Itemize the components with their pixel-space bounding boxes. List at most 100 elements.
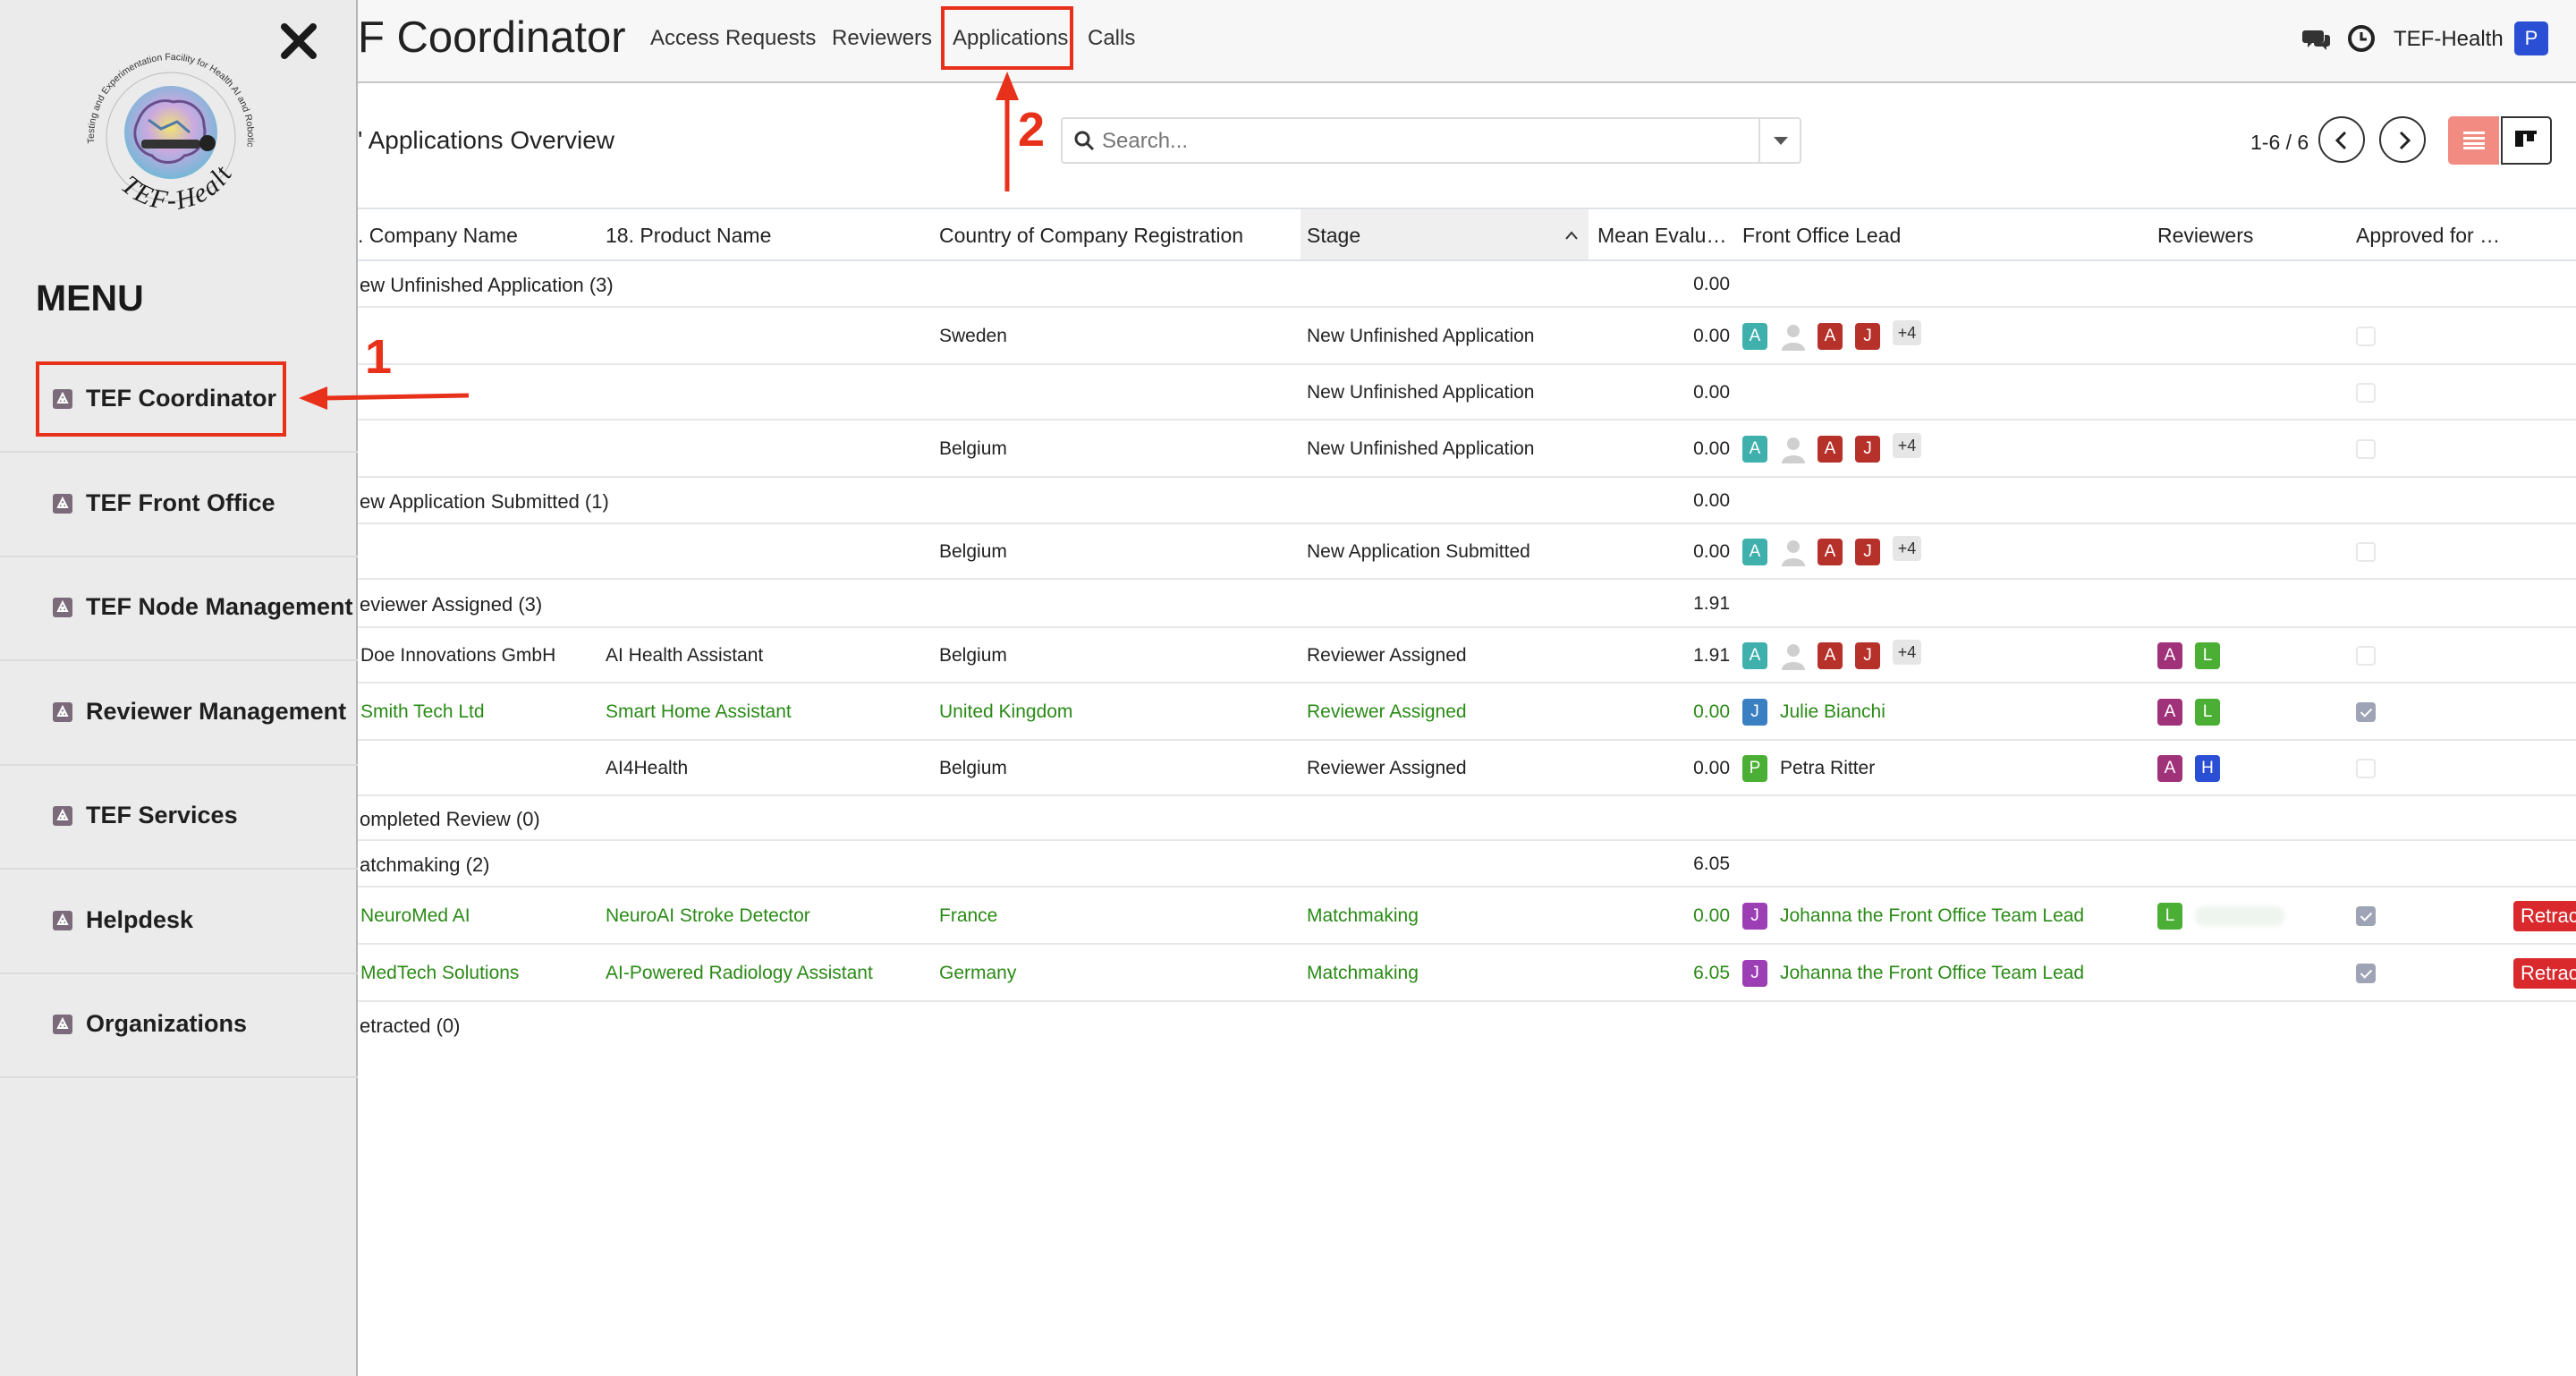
- lead-avatar-tag[interactable]: J: [1742, 699, 1767, 726]
- empty-area: [358, 1041, 2576, 1376]
- reviewer-avatar-tag[interactable]: H: [2195, 755, 2220, 782]
- product-name-cell: NeuroAI Stroke Detector: [606, 905, 810, 926]
- group-label: ompleted Review (0): [360, 808, 540, 830]
- retract-button[interactable]: Retrac: [2513, 901, 2576, 931]
- col-stage[interactable]: Stage: [1307, 224, 1360, 248]
- reviewer-avatar-tag[interactable]: L: [2195, 699, 2220, 726]
- annotation-number-1: 1: [365, 330, 393, 384]
- group-row[interactable]: atchmaking (2) 6.05: [358, 841, 2576, 888]
- lead-avatar-tag[interactable]: J: [1742, 903, 1767, 930]
- lead-avatar-tag[interactable]: J: [1855, 436, 1880, 463]
- nav-reviewers[interactable]: Reviewers: [832, 26, 932, 51]
- lead-avatar-tag[interactable]: J: [1742, 960, 1767, 987]
- col-country[interactable]: Country of Company Registration: [939, 224, 1243, 248]
- sidebar-item-helpdesk[interactable]: Helpdesk: [0, 871, 358, 974]
- table-row[interactable]: Doe Innovations GmbH AI Health Assistant B…: [358, 628, 2576, 684]
- group-row[interactable]: eviewer Assigned (3) 1.91: [358, 580, 2576, 628]
- table-row[interactable]: New Unfinished Application 0.00: [358, 365, 2576, 420]
- col-product-name[interactable]: 18. Product Name: [606, 224, 771, 248]
- sort-ascending-icon: [1565, 231, 1578, 240]
- group-row[interactable]: ew Application Submitted (1) 0.00: [358, 478, 2576, 524]
- table-header: . Company Name 18. Product Name Country …: [358, 208, 2576, 261]
- reviewer-avatar-tag[interactable]: A: [2157, 642, 2182, 669]
- sidebar-item-organizations[interactable]: Organizations: [0, 974, 358, 1078]
- lead-avatar-tag[interactable]: A: [1742, 323, 1767, 350]
- product-name-cell: Smart Home Assistant: [606, 701, 792, 722]
- stage-cell: New Unfinished Application: [1307, 438, 1535, 459]
- col-front-office-lead[interactable]: Front Office Lead: [1742, 224, 1901, 248]
- clock-icon[interactable]: [2347, 24, 2376, 53]
- kanban-view-button[interactable]: [2501, 116, 2552, 165]
- approved-checkbox[interactable]: [2356, 646, 2376, 666]
- lead-avatar-tag[interactable]: A: [1742, 436, 1767, 463]
- company-switcher[interactable]: TEF-Health: [2394, 27, 2504, 52]
- lead-avatar-tag[interactable]: A: [1742, 539, 1767, 565]
- approved-checkbox[interactable]: [2356, 964, 2376, 983]
- annotation-box-step-1: [36, 361, 286, 437]
- lead-avatar-tag[interactable]: J: [1855, 323, 1880, 350]
- lead-avatar-tag[interactable]: J: [1855, 642, 1880, 669]
- pager-next-button[interactable]: [2379, 116, 2426, 163]
- approved-checkbox[interactable]: [2356, 906, 2376, 926]
- nav-access-requests[interactable]: Access Requests: [650, 26, 816, 51]
- annotation-arrow-2: [996, 72, 1019, 191]
- lead-avatar-tag[interactable]: A: [1818, 436, 1843, 463]
- lead-avatar-tag[interactable]: A: [1742, 642, 1767, 669]
- sidebar-item-tef-services[interactable]: TEF Services: [0, 766, 358, 870]
- approved-checkbox[interactable]: [2356, 542, 2376, 562]
- approved-checkbox[interactable]: [2356, 759, 2376, 778]
- col-mean-evaluation[interactable]: Mean Evalu…: [1597, 224, 1724, 248]
- lead-avatar-tag[interactable]: A: [1818, 642, 1843, 669]
- annotation-number-2: 2: [1018, 103, 1046, 157]
- lead-avatar-tag[interactable]: A: [1818, 323, 1843, 350]
- approved-checkbox[interactable]: [2356, 439, 2376, 459]
- search-options-toggle[interactable]: [1758, 119, 1800, 162]
- reviewer-avatar-tag[interactable]: A: [2157, 755, 2182, 782]
- lead-avatar-tag[interactable]: J: [1855, 539, 1880, 565]
- reviewer-avatar-tag[interactable]: L: [2157, 903, 2182, 930]
- col-company-name[interactable]: . Company Name: [358, 224, 546, 248]
- chat-icon[interactable]: [2302, 27, 2331, 52]
- approved-checkbox[interactable]: [2356, 327, 2376, 346]
- module-icon: [52, 1014, 73, 1035]
- mean-evaluation-cell: 0.00: [1693, 438, 1730, 459]
- product-name-cell: AI4Health: [606, 758, 689, 778]
- table-row[interactable]: AI4Health Belgium Reviewer Assigned 0.00 P Pe…: [358, 741, 2576, 796]
- lead-name: Johanna the Front Office Team Lead: [1780, 963, 2085, 983]
- sidebar-item-reviewer-management[interactable]: Reviewer Management: [0, 662, 358, 766]
- user-avatar[interactable]: P: [2514, 21, 2548, 55]
- retract-button[interactable]: Retrac: [2513, 958, 2576, 989]
- more-leads-badge[interactable]: +4: [1893, 536, 1921, 561]
- table-row[interactable]: NeuroMed AI NeuroAI Stroke Detector France…: [358, 888, 2576, 945]
- search-input[interactable]: [1102, 124, 1728, 158]
- col-reviewers[interactable]: Reviewers: [2157, 224, 2253, 248]
- table-row[interactable]: MedTech Solutions AI-Powered Radiology As…: [358, 945, 2576, 1002]
- list-view-button[interactable]: [2448, 116, 2499, 165]
- more-leads-badge[interactable]: +4: [1893, 320, 1921, 345]
- pager-previous-button[interactable]: [2318, 116, 2365, 163]
- table-row[interactable]: Belgium New Application Submitted 0.00 A A J +…: [358, 524, 2576, 580]
- lead-avatar-tag[interactable]: P: [1742, 755, 1767, 782]
- group-mean-evaluation: 6.05: [1693, 854, 1730, 874]
- reviewer-avatar-tag[interactable]: L: [2195, 642, 2220, 669]
- approved-checkbox[interactable]: [2356, 383, 2376, 403]
- more-leads-badge[interactable]: +4: [1893, 640, 1921, 665]
- table-row[interactable]: Smith Tech Ltd Smart Home Assistant United…: [358, 684, 2576, 741]
- lead-avatar-tag[interactable]: A: [1818, 539, 1843, 565]
- table-row[interactable]: Belgium New Unfinished Application 0.00 A A J…: [358, 420, 2576, 478]
- approved-checkbox[interactable]: [2356, 702, 2376, 722]
- close-icon[interactable]: [279, 21, 318, 61]
- sidebar-item-tef-front-office[interactable]: TEF Front Office: [0, 454, 358, 557]
- col-approved[interactable]: Approved for …: [2356, 224, 2517, 248]
- sidebar-item-tef-node-management[interactable]: TEF Node Management: [0, 557, 358, 661]
- table-row[interactable]: Sweden New Unfinished Application 0.00 A A J +…: [358, 308, 2576, 365]
- group-row[interactable]: ew Unfinished Application (3) 0.00: [358, 261, 2576, 308]
- reviewer-avatar-tag[interactable]: A: [2157, 699, 2182, 726]
- group-label: ew Application Submitted (1): [360, 490, 609, 513]
- annotation-box-step-2: [941, 6, 1073, 70]
- nav-calls[interactable]: Calls: [1088, 26, 1135, 51]
- sidebar-item-label: Helpdesk: [86, 905, 194, 933]
- more-leads-badge[interactable]: +4: [1893, 433, 1921, 458]
- group-row[interactable]: ompleted Review (0): [358, 796, 2576, 841]
- pager-value[interactable]: 1-6 / 6: [2250, 131, 2309, 155]
